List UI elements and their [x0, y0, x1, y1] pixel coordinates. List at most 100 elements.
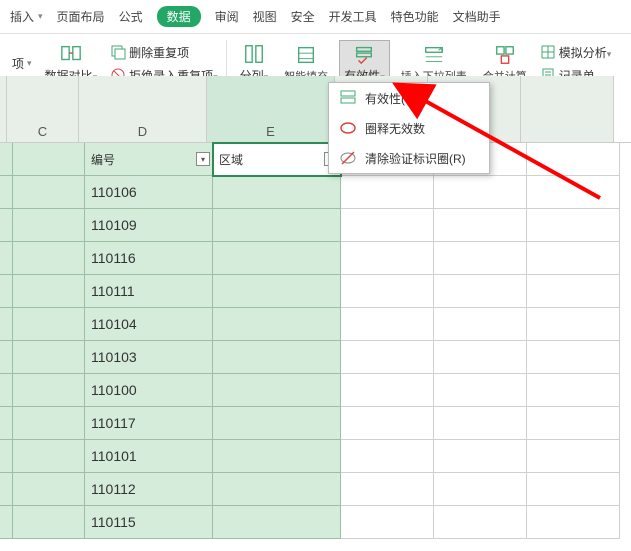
cell-region[interactable]: [213, 341, 341, 374]
cell[interactable]: [434, 473, 527, 506]
cell[interactable]: [434, 308, 527, 341]
cell[interactable]: [527, 440, 620, 473]
menu-data[interactable]: 数据: [157, 6, 201, 27]
cell-id[interactable]: 110116: [85, 242, 213, 275]
spreadsheet-grid[interactable]: C D E F G 编号▾ 区域▾ 1101061101091101161101…: [0, 76, 631, 551]
cell[interactable]: [341, 473, 434, 506]
cell[interactable]: [341, 341, 434, 374]
menu-formula[interactable]: 公式: [119, 8, 143, 25]
cell[interactable]: [341, 242, 434, 275]
cell[interactable]: [527, 209, 620, 242]
header-cell-region[interactable]: 区域▾: [213, 143, 341, 176]
cell[interactable]: [434, 506, 527, 539]
col-header-b[interactable]: [0, 76, 7, 142]
col-header-d[interactable]: D: [79, 76, 207, 142]
cell[interactable]: [527, 275, 620, 308]
menu-page-layout[interactable]: 页面布局: [57, 8, 105, 25]
cell-id[interactable]: 110109: [85, 209, 213, 242]
cell[interactable]: [13, 308, 85, 341]
cell[interactable]: [527, 407, 620, 440]
cell[interactable]: [0, 374, 13, 407]
cell-region[interactable]: [213, 209, 341, 242]
cell-region[interactable]: [213, 473, 341, 506]
cell[interactable]: [527, 341, 620, 374]
cell-id[interactable]: 110103: [85, 341, 213, 374]
cell[interactable]: [13, 242, 85, 275]
cell[interactable]: [0, 407, 13, 440]
menu-item-clear-circles[interactable]: 清除验证标识圈(R): [329, 143, 489, 173]
cell-region[interactable]: [213, 275, 341, 308]
what-if-button[interactable]: 模拟分析▾: [538, 43, 614, 62]
cell[interactable]: [341, 176, 434, 209]
cell-id[interactable]: 110104: [85, 308, 213, 341]
cell[interactable]: [527, 242, 620, 275]
cell[interactable]: [341, 308, 434, 341]
cell[interactable]: [527, 506, 620, 539]
cell-id[interactable]: 110101: [85, 440, 213, 473]
cell-region[interactable]: [213, 374, 341, 407]
cell[interactable]: [0, 242, 13, 275]
col-header-c[interactable]: C: [7, 76, 79, 142]
col-header-h[interactable]: [521, 76, 614, 142]
filter-icon[interactable]: ▾: [196, 152, 210, 166]
cell[interactable]: [13, 374, 85, 407]
cell[interactable]: [527, 308, 620, 341]
cell[interactable]: [341, 440, 434, 473]
cell[interactable]: [13, 275, 85, 308]
cell[interactable]: [341, 374, 434, 407]
cell-region[interactable]: [213, 506, 341, 539]
cell[interactable]: [341, 275, 434, 308]
cell[interactable]: [0, 440, 13, 473]
menu-security[interactable]: 安全: [291, 8, 315, 25]
cell-region[interactable]: [213, 308, 341, 341]
cell[interactable]: [13, 407, 85, 440]
cell[interactable]: [13, 473, 85, 506]
cell[interactable]: [434, 209, 527, 242]
cell-region[interactable]: [213, 440, 341, 473]
cell[interactable]: [434, 440, 527, 473]
header-cell-id[interactable]: 编号▾: [85, 143, 213, 176]
menu-item-validity[interactable]: 有效性(V): [329, 83, 489, 113]
cell[interactable]: [527, 143, 620, 176]
cell[interactable]: [0, 143, 13, 176]
cell[interactable]: [13, 440, 85, 473]
cell[interactable]: [13, 176, 85, 209]
cell-region[interactable]: [213, 407, 341, 440]
menu-doc-assist[interactable]: 文档助手: [453, 8, 501, 25]
cell[interactable]: [0, 341, 13, 374]
cell[interactable]: [13, 143, 85, 176]
cell-id[interactable]: 110106: [85, 176, 213, 209]
col-header-e[interactable]: E: [207, 76, 335, 142]
cell[interactable]: [527, 473, 620, 506]
cell[interactable]: [434, 242, 527, 275]
menu-review[interactable]: 审阅: [215, 8, 239, 25]
cell[interactable]: [434, 374, 527, 407]
menu-view[interactable]: 视图: [253, 8, 277, 25]
cell[interactable]: [527, 176, 620, 209]
cell[interactable]: [0, 506, 13, 539]
menu-dev-tools[interactable]: 开发工具: [329, 8, 377, 25]
cell[interactable]: [434, 176, 527, 209]
cell-id[interactable]: 110100: [85, 374, 213, 407]
cell[interactable]: [527, 374, 620, 407]
cell[interactable]: [434, 341, 527, 374]
cell-id[interactable]: 110117: [85, 407, 213, 440]
cell[interactable]: [341, 506, 434, 539]
cell[interactable]: [13, 341, 85, 374]
cell-id[interactable]: 110112: [85, 473, 213, 506]
menu-special[interactable]: 特色功能: [391, 8, 439, 25]
cell[interactable]: [0, 209, 13, 242]
cell[interactable]: [434, 407, 527, 440]
cell[interactable]: [13, 209, 85, 242]
cell[interactable]: [341, 407, 434, 440]
cell[interactable]: [0, 275, 13, 308]
cell[interactable]: [341, 209, 434, 242]
menu-item-circle-invalid[interactable]: 圈释无效数: [329, 113, 489, 143]
cell[interactable]: [434, 275, 527, 308]
menu-insert[interactable]: 插入: [10, 8, 34, 25]
cell[interactable]: [0, 473, 13, 506]
cell[interactable]: [0, 176, 13, 209]
cell[interactable]: [0, 308, 13, 341]
cell-region[interactable]: [213, 176, 341, 209]
options-button[interactable]: 项▾: [10, 54, 34, 73]
